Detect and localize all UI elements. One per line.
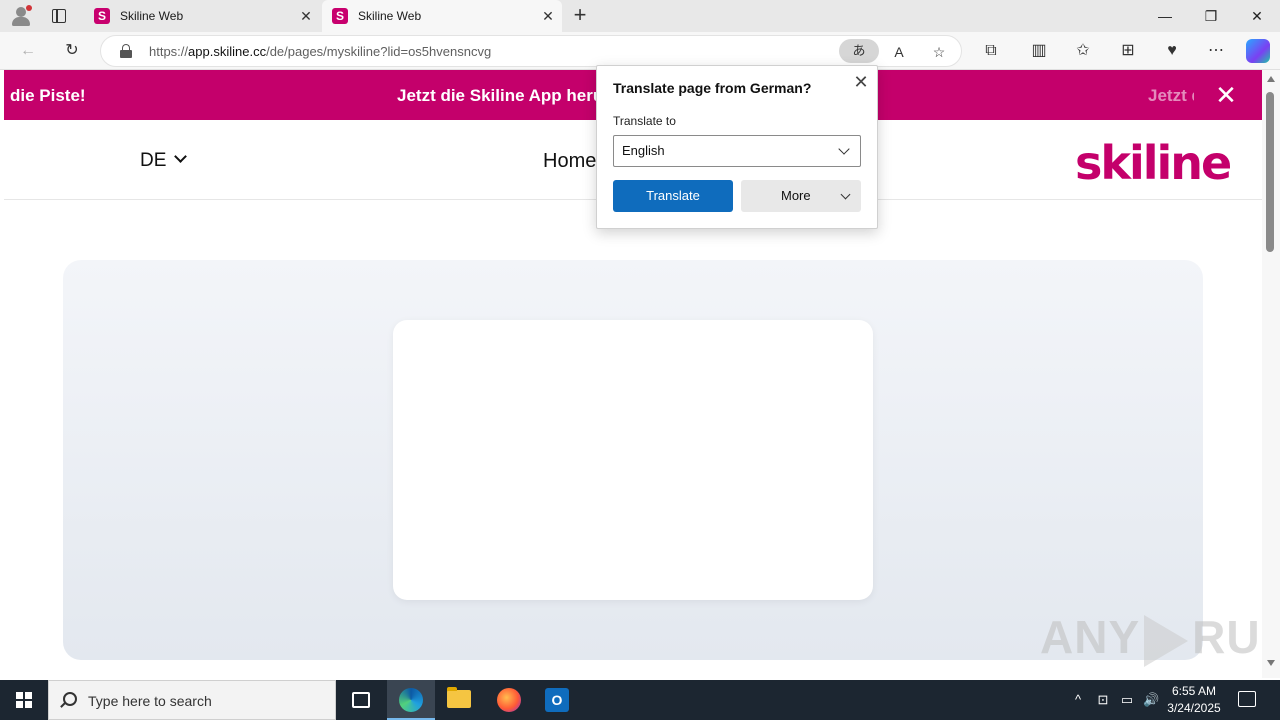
network-icon[interactable]: ▭ [1119, 692, 1135, 708]
play-icon [1144, 614, 1189, 667]
more-button[interactable]: More [741, 180, 861, 212]
tray-chevron-icon[interactable]: ^ [1070, 692, 1086, 708]
split-screen-icon[interactable]: ▥ [1027, 39, 1051, 63]
content-card [393, 320, 873, 600]
translate-to-label: Translate to [613, 114, 676, 128]
outlook-taskbar-button[interactable]: O [533, 680, 581, 720]
page-scrollbar[interactable] [1262, 70, 1280, 678]
task-view-icon [352, 692, 370, 708]
tab-skiline-web-1[interactable]: S Skiline Web ✕ [84, 0, 320, 32]
folder-icon [447, 687, 471, 708]
tab-title: Skiline Web [120, 9, 184, 23]
edge-icon [399, 688, 423, 712]
taskbar-search-box[interactable]: Type here to search [48, 680, 336, 720]
browser-essentials-icon[interactable]: ♥ [1160, 39, 1184, 63]
volume-icon[interactable]: 🔊 [1143, 692, 1159, 708]
favorite-star-icon[interactable]: ☆ [927, 40, 951, 64]
banner-close-icon[interactable]: ✕ [1212, 81, 1240, 109]
copilot-icon[interactable] [1246, 39, 1270, 63]
translate-icon[interactable]: あ [839, 39, 879, 63]
banner-marquee-text: Jetzt d [1148, 86, 1194, 105]
tab-close-icon[interactable]: ✕ [292, 8, 320, 25]
extensions-icon[interactable]: ⧉ [979, 39, 1003, 63]
clock-time: 6:55 AM [1171, 684, 1217, 698]
banner-marquee-text: die Piste! [10, 86, 86, 105]
scroll-up-icon[interactable] [1267, 76, 1275, 82]
popup-title: Translate page from German? [613, 80, 812, 96]
anyrun-watermark: ANYRUN [1040, 610, 1262, 667]
banner-marquee-text: Jetzt die Skiline App herun [397, 86, 614, 105]
search-placeholder: Type here to search [88, 693, 212, 709]
tab-skiline-web-2[interactable]: S Skiline Web ✕ [322, 0, 562, 32]
collections-icon[interactable]: ⊞ [1116, 39, 1140, 63]
scrollbar-thumb[interactable] [1266, 92, 1274, 252]
close-icon[interactable]: ✕ [851, 72, 871, 92]
meet-now-icon[interactable]: ⊡ [1095, 692, 1111, 708]
tab-title: Skiline Web [358, 9, 422, 23]
url-text[interactable]: https://app.skiline.cc/de/pages/myskilin… [149, 44, 491, 59]
windows-logo-icon [16, 692, 32, 708]
chevron-down-icon [840, 189, 851, 200]
file-explorer-taskbar-button[interactable] [435, 680, 483, 720]
windows-taskbar: Type here to search O ^ ⊡ ▭ 🔊 6:55 AM 3/… [0, 680, 1280, 720]
back-icon[interactable]: ← [16, 39, 40, 63]
profile-icon[interactable] [10, 5, 32, 27]
tab-actions-icon[interactable] [50, 7, 68, 25]
translate-button[interactable]: Translate [613, 180, 733, 212]
firefox-icon [497, 688, 521, 712]
target-language-select[interactable]: English [613, 135, 861, 167]
new-tab-icon[interactable]: + [568, 4, 592, 28]
outlook-icon: O [545, 688, 569, 712]
read-aloud-icon[interactable]: A [887, 40, 911, 64]
minimize-button[interactable]: — [1142, 0, 1188, 32]
chevron-down-icon [838, 143, 850, 155]
clock-date: 3/24/2025 [1167, 701, 1221, 715]
refresh-icon[interactable]: ↻ [60, 39, 84, 63]
taskbar-clock[interactable]: 6:55 AM 3/24/2025 [1160, 683, 1228, 717]
tab-close-icon[interactable]: ✕ [534, 8, 562, 25]
skiline-favicon-icon: S [94, 8, 110, 24]
close-window-button[interactable]: ✕ [1234, 0, 1280, 32]
start-button[interactable] [0, 680, 48, 720]
skiline-favicon-icon: S [332, 8, 348, 24]
edge-taskbar-button[interactable] [387, 680, 435, 720]
firefox-taskbar-button[interactable] [485, 680, 533, 720]
chevron-down-icon [174, 150, 188, 163]
nav-link-home[interactable]: Home [543, 150, 596, 173]
favorites-icon[interactable]: ✩ [1071, 39, 1095, 63]
tab-strip: S Skiline Web ✕ S Skiline Web ✕ + — ❐ ✕ [0, 0, 1280, 32]
skiline-logo[interactable]: skiline [1075, 136, 1232, 190]
scroll-down-icon[interactable] [1267, 660, 1275, 666]
search-icon [63, 692, 77, 706]
notification-icon[interactable] [1238, 691, 1256, 707]
language-selector[interactable]: DE [140, 150, 188, 172]
restore-button[interactable]: ❐ [1188, 0, 1234, 32]
lock-icon[interactable] [119, 44, 133, 58]
more-menu-icon[interactable]: ⋯ [1204, 39, 1228, 63]
address-bar[interactable]: https://app.skiline.cc/de/pages/myskilin… [100, 35, 962, 67]
translate-popup: Translate page from German? ✕ Translate … [596, 65, 878, 229]
task-view-button[interactable] [336, 680, 384, 720]
